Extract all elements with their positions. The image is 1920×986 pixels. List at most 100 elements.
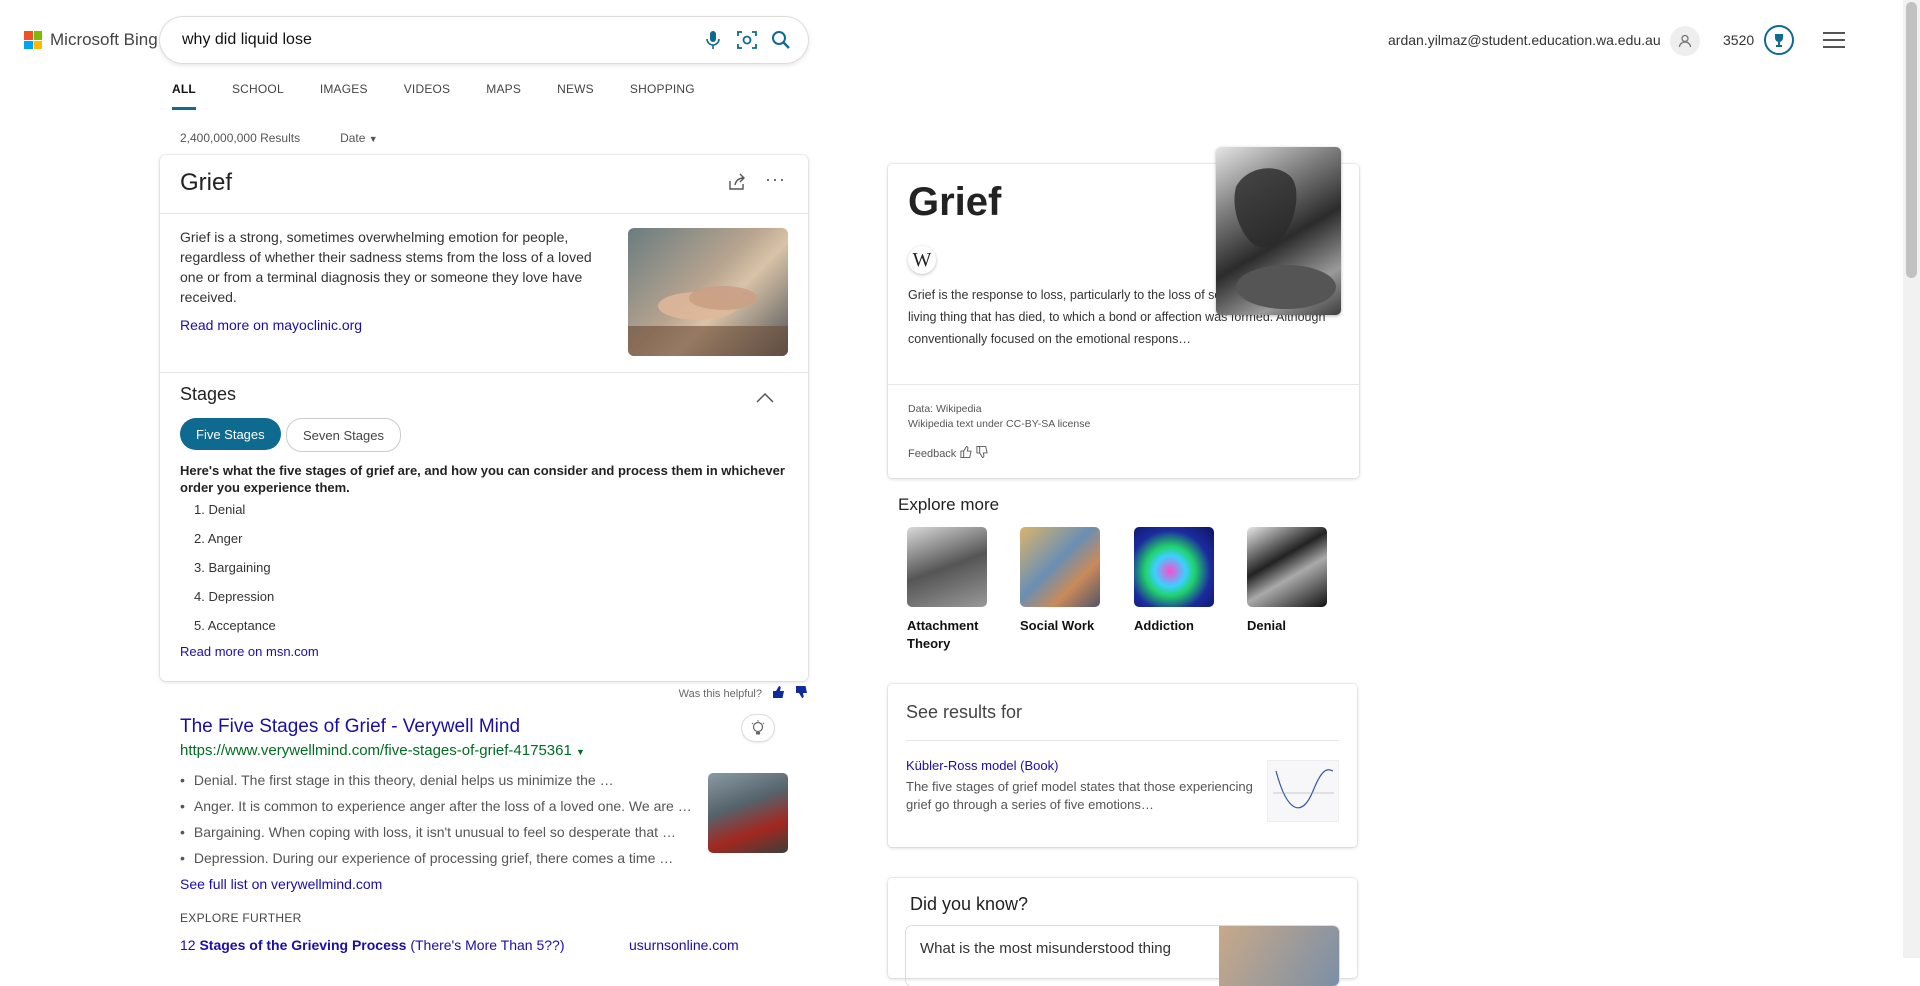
explore-item-label: Social Work: [1020, 618, 1095, 633]
results-meta: 2,400,000,000 Results Date ▼: [180, 131, 378, 145]
thumbs-down-icon[interactable]: [976, 446, 988, 461]
card-description: Grief is a strong, sometimes overwhelmin…: [180, 227, 610, 335]
divider: [906, 740, 1339, 741]
tab-videos[interactable]: VIDEOS: [404, 82, 451, 110]
caret-down-icon: ▼: [368, 134, 378, 144]
tab-maps[interactable]: MAPS: [486, 82, 521, 110]
feedback-label[interactable]: Feedback: [908, 448, 956, 460]
wikipedia-icon[interactable]: W: [908, 246, 936, 274]
user-icon: [1678, 34, 1692, 48]
description-text: Grief is a strong, sometimes overwhelmin…: [180, 229, 592, 305]
thumbs-up-icon[interactable]: [772, 686, 785, 701]
explore-item-social-work[interactable]: Social Work: [1020, 527, 1100, 635]
kp-title: Grief: [908, 180, 1002, 224]
grief-painting-image[interactable]: [1216, 147, 1341, 315]
sub-result-link[interactable]: 12 Stages of the Grieving Process (There…: [180, 937, 564, 953]
avatar[interactable]: [1670, 26, 1700, 56]
helpful-label: Was this helpful?: [678, 687, 762, 700]
see-results-title: See results for: [906, 702, 1023, 722]
brand-name: Microsoft Bing: [50, 30, 158, 49]
see-results-card: See results for Kübler-Ross model (Book)…: [888, 684, 1357, 847]
chevron-up-icon[interactable]: [756, 390, 774, 408]
explore-item-attachment-theory[interactable]: Attachment Theory: [907, 527, 987, 653]
microsoft-logo-icon: [24, 31, 42, 49]
explore-item-label: Addiction: [1134, 618, 1194, 633]
tab-school[interactable]: SCHOOL: [232, 82, 284, 110]
date-filter-label: Date: [340, 131, 366, 145]
results-count: 2,400,000,000 Results: [180, 131, 301, 145]
sub-result-num: 12: [180, 937, 200, 953]
search-icon[interactable]: [764, 23, 798, 57]
kp-source-text[interactable]: Data: Wikipedia: [908, 402, 1090, 417]
result-thumbnail-image[interactable]: [708, 773, 788, 853]
more-options-icon[interactable]: ···: [765, 170, 786, 196]
list-item: 4. Depression: [194, 589, 275, 604]
list-item: Depression. During our experience of pro…: [180, 850, 690, 876]
tab-news[interactable]: NEWS: [557, 82, 594, 110]
did-you-know-title: Did you know?: [910, 894, 1029, 914]
addiction-image: [1134, 527, 1214, 607]
bing-logo[interactable]: Microsoft Bing: [24, 30, 158, 50]
share-icon[interactable]: [727, 173, 747, 196]
search-input[interactable]: [180, 30, 664, 50]
scrollbar-thumb[interactable]: [1906, 2, 1917, 278]
list-item: 2. Anger: [194, 531, 243, 546]
rewards-points[interactable]: 3520: [1723, 32, 1754, 48]
divider: [888, 384, 1359, 385]
result-title-link[interactable]: The Five Stages of Grief - Verywell Mind: [180, 716, 520, 738]
feedback-helpful: Was this helpful?: [679, 686, 808, 701]
hamburger-menu-icon[interactable]: [1823, 32, 1845, 53]
result-bullets: Denial. The first stage in this theory, …: [180, 772, 690, 876]
rewards-trophy-icon[interactable]: [1764, 25, 1794, 55]
stages-title: Stages: [180, 384, 237, 404]
read-more-mayoclinic-link[interactable]: Read more on mayoclinic.org: [180, 317, 362, 333]
see-full-list-link[interactable]: See full list on verywellmind.com: [180, 876, 382, 892]
sub-result-bold: Stages of the Grieving Process: [199, 937, 407, 953]
tab-images[interactable]: IMAGES: [320, 82, 368, 110]
list-item: 1. Denial: [194, 502, 246, 517]
five-stages-pill[interactable]: Five Stages: [180, 418, 281, 450]
attachment-theory-image: [907, 527, 987, 607]
answer-card: Grief ··· Grief is a strong, sometimes o…: [160, 155, 808, 681]
explore-further-heading: EXPLORE FURTHER: [180, 911, 302, 925]
tab-all[interactable]: ALL: [172, 82, 196, 110]
list-item: Anger. It is common to experience anger …: [180, 798, 690, 824]
kubler-ross-link[interactable]: Kübler-Ross model (Book): [906, 758, 1058, 773]
insights-lightbulb-icon[interactable]: [742, 715, 774, 741]
did-you-know-question: What is the most misunderstood thing: [920, 940, 1171, 957]
user-email[interactable]: ardan.yilmaz@student.education.wa.edu.au: [1388, 32, 1661, 48]
date-filter[interactable]: Date ▼: [340, 131, 378, 145]
list-item: 5. Acceptance: [194, 618, 276, 633]
explore-item-addiction[interactable]: Addiction: [1134, 527, 1214, 635]
stages-intro: Here's what the five stages of grief are…: [180, 463, 785, 495]
result-url[interactable]: https://www.verywellmind.com/five-stages…: [180, 742, 585, 759]
result-url-text: https://www.verywellmind.com/five-stages…: [180, 742, 572, 759]
microphone-icon[interactable]: [696, 23, 730, 57]
holding-hands-image[interactable]: [628, 228, 788, 356]
social-work-image: [1020, 527, 1100, 607]
thumbs-up-icon[interactable]: [960, 445, 972, 461]
list-item: Denial. The first stage in this theory, …: [180, 772, 690, 798]
explore-item-denial[interactable]: Denial: [1247, 527, 1327, 635]
denial-image: [1247, 527, 1327, 607]
list-item: Bargaining. When coping with loss, it is…: [180, 824, 690, 850]
list-item: 3. Bargaining: [194, 560, 271, 575]
seven-stages-pill[interactable]: Seven Stages: [286, 418, 401, 452]
kp-feedback: Feedback: [908, 445, 988, 461]
kp-source: Data: Wikipedia Wikipedia text under CC-…: [908, 402, 1090, 432]
sub-result-site-link[interactable]: usurnsonline.com: [629, 937, 739, 953]
card-title: Grief: [180, 169, 233, 196]
thumbs-down-icon[interactable]: [795, 686, 808, 701]
caret-down-icon[interactable]: ▼: [576, 747, 585, 757]
stages-list: 1. Denial 2. Anger 3. Bargaining 4. Depr…: [194, 502, 276, 647]
visual-search-icon[interactable]: [730, 23, 764, 57]
read-more-msn-link[interactable]: Read more on msn.com: [180, 644, 319, 659]
divider: [160, 372, 808, 373]
tab-shopping[interactable]: SHOPPING: [630, 82, 695, 110]
did-you-know-item[interactable]: What is the most misunderstood thing: [906, 926, 1339, 986]
kp-license-text[interactable]: Wikipedia text under CC-BY-SA license: [908, 417, 1090, 432]
kubler-ross-chart-image[interactable]: [1267, 760, 1339, 822]
did-you-know-card: Did you know? What is the most misunders…: [888, 878, 1357, 986]
explore-item-label: Attachment Theory: [907, 618, 979, 651]
card-actions: ···: [727, 170, 786, 196]
